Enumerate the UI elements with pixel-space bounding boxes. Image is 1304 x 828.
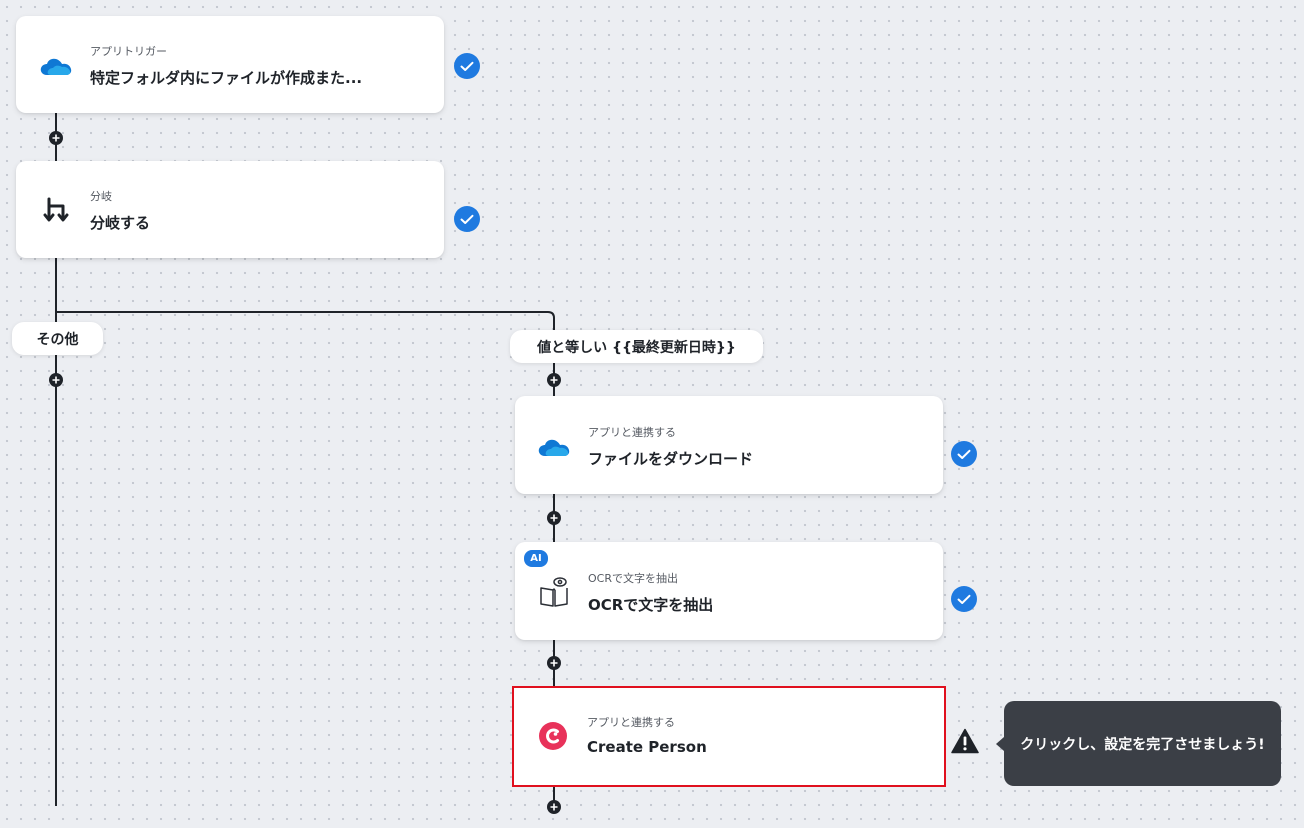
add-step-button[interactable] <box>49 131 63 145</box>
capsule-crm-logo-icon <box>536 719 570 753</box>
step-title: ファイルをダウンロード <box>588 450 754 468</box>
flow-canvas[interactable]: アプリトリガー 特定フォルダ内にファイルが作成また... 分岐 分岐する その他… <box>0 0 1304 828</box>
step-title: OCRで文字を抽出 <box>588 596 714 614</box>
add-step-button[interactable] <box>547 800 561 814</box>
completed-check-icon <box>951 586 977 612</box>
step-card-branch[interactable]: 分岐 分岐する <box>16 161 444 258</box>
onedrive-cloud-icon <box>537 430 571 464</box>
branch-label-equals[interactable]: 値と等しい {{最終更新日時}} <box>510 330 763 363</box>
step-title: 特定フォルダ内にファイルが作成また... <box>90 69 363 87</box>
step-category-label: アプリと連携する <box>588 426 676 439</box>
step-card-ocr[interactable]: AI OCRで文字を抽出 OCRで文字を抽出 <box>515 542 943 640</box>
ai-badge: AI <box>524 550 548 567</box>
branch-label-other[interactable]: その他 <box>12 322 103 355</box>
connector-split-right <box>56 311 555 330</box>
step-category-label: アプリと連携する <box>587 716 675 729</box>
step-title: Create Person <box>587 738 707 756</box>
add-step-button[interactable] <box>49 373 63 387</box>
add-step-button[interactable] <box>547 373 561 387</box>
branch-icon <box>39 193 73 227</box>
step-card-trigger[interactable]: アプリトリガー 特定フォルダ内にファイルが作成また... <box>16 16 444 113</box>
step-title: 分岐する <box>90 214 151 232</box>
add-step-button[interactable] <box>547 511 561 525</box>
completed-check-icon <box>454 206 480 232</box>
completed-check-icon <box>951 441 977 467</box>
step-category-label: 分岐 <box>90 190 112 203</box>
step-category-label: アプリトリガー <box>90 45 167 58</box>
step-card-create-person[interactable]: アプリと連携する Create Person <box>512 686 946 787</box>
completed-check-icon <box>454 53 480 79</box>
ocr-book-eye-icon <box>537 575 571 609</box>
onedrive-cloud-icon <box>39 49 73 83</box>
add-step-button[interactable] <box>547 656 561 670</box>
warning-icon <box>951 728 979 754</box>
step-category-label: OCRで文字を抽出 <box>588 572 678 585</box>
setup-hint-tooltip: クリックし、設定を完了させましょう! <box>996 701 1281 786</box>
step-card-download[interactable]: アプリと連携する ファイルをダウンロード <box>515 396 943 494</box>
